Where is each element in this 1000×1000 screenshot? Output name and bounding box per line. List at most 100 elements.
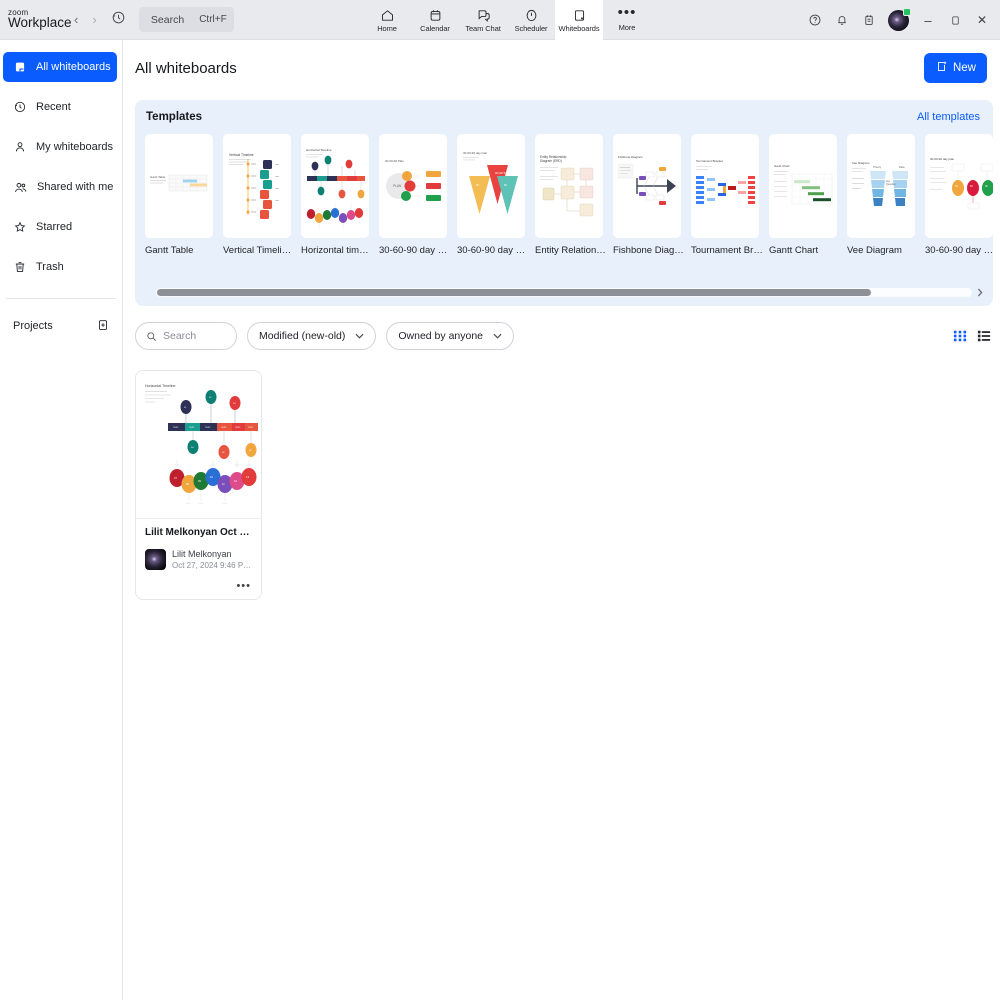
forward-button[interactable]: › [92, 12, 96, 27]
nav-arrows: ‹ › [74, 12, 97, 27]
notes-icon[interactable] [857, 6, 881, 34]
template-card[interactable]: Tournament Bracket Tournament Bra... [691, 134, 763, 264]
svg-text:TEXT: TEXT [198, 503, 204, 505]
board-icon [15, 62, 25, 72]
template-card[interactable]: Entity Relationship Diagram (ERD) Entity… [535, 134, 607, 264]
template-name: Vertical Timelines [223, 245, 295, 256]
sidebar-item-recent[interactable]: Recent [3, 92, 117, 122]
sidebar-label-starred: Starred [36, 221, 73, 233]
chevron-down-icon [355, 332, 364, 341]
maximize-button[interactable] [943, 6, 967, 34]
templates-scroll-track[interactable] [156, 288, 972, 297]
board-search-input[interactable]: Search [135, 322, 237, 350]
search-input[interactable]: Search Ctrl+F [138, 7, 234, 32]
whiteboard-icon [574, 9, 584, 21]
back-button[interactable]: ‹ [74, 12, 78, 27]
template-name: Entity Relations... [535, 245, 607, 256]
whiteboard-more-button[interactable]: ••• [136, 574, 261, 599]
sidebar-item-shared-with-me[interactable]: Shared with me [3, 172, 117, 202]
sort-dropdown[interactable]: Modified (new-old) [247, 322, 377, 350]
template-card[interactable]: Vertical Timeline Vertical Timelines [223, 134, 295, 264]
template-card[interactable]: 30-60-90 day plan 90 DAYS 30 60 30-60-90… [457, 134, 529, 264]
template-name: Gantt Chart [769, 245, 819, 256]
template-name: 30-60-90 day pl... [457, 245, 529, 256]
sidebar-label-projects: Projects [13, 320, 53, 332]
svg-text:30-60-90 Plan: 30-60-90 Plan [385, 159, 404, 163]
grid-view-icon[interactable] [952, 329, 967, 344]
ellipsis-icon: ••• [617, 4, 637, 21]
new-board-icon [935, 60, 948, 76]
sidebar-item-trash[interactable]: Trash [3, 252, 117, 282]
sidebar-item-all-whiteboards[interactable]: All whiteboards [3, 52, 117, 82]
svg-text:TEXT: TEXT [221, 427, 227, 429]
close-button[interactable]: ✕ [970, 6, 994, 34]
sidebar-label-recent: Recent [36, 101, 71, 113]
tab-team-chat-label: Team Chat [465, 23, 501, 33]
svg-text:Vertical Timeline: Vertical Timeline [229, 153, 254, 157]
template-card[interactable]: Gantt Chart Gantt Chart [769, 134, 837, 264]
chevron-right-icon[interactable] [976, 288, 984, 297]
template-card[interactable]: Fishbone Diagram Fishbone Diagra... [613, 134, 685, 264]
sidebar-section-projects[interactable]: Projects [0, 309, 122, 343]
svg-text:Horizontal Timeline: Horizontal Timeline [306, 148, 332, 152]
svg-text:TEXT: TEXT [205, 427, 211, 429]
person-icon [15, 142, 25, 152]
svg-text:Diagram (ERD): Diagram (ERD) [540, 159, 562, 163]
all-templates-link[interactable]: All templates [917, 111, 980, 123]
whiteboard-card[interactable]: Horizontal Timeline 01 02 03 TEXT TEXT T… [135, 370, 262, 600]
add-box-icon[interactable] [96, 318, 110, 335]
templates-scroll-thumb[interactable] [157, 289, 871, 296]
people-icon [15, 182, 27, 192]
help-icon[interactable] [803, 6, 827, 34]
board-search-placeholder: Search [163, 330, 197, 342]
template-card[interactable]: Gantt Table Gantt Table [145, 134, 213, 264]
tab-whiteboards[interactable]: Whiteboards [555, 0, 603, 40]
calendar-icon [430, 9, 440, 21]
minimize-button[interactable]: – [916, 6, 940, 34]
svg-text:Gantt Table: Gantt Table [150, 175, 166, 179]
tab-home[interactable]: Home [363, 0, 411, 40]
sort-dropdown-value: Modified (new-old) [259, 330, 346, 342]
star-icon [14, 221, 26, 232]
template-name: Fishbone Diagra... [613, 245, 685, 256]
tab-scheduler-label: Scheduler [514, 23, 548, 33]
template-card[interactable]: 30-60-90 Plan PLAN 30-60-90 day pl... [379, 134, 451, 264]
brand-workplace-text: Workplace [8, 15, 72, 31]
tab-more-label: More [618, 23, 636, 32]
svg-text:TEXT: TEXT [234, 465, 240, 467]
sidebar-divider [6, 298, 116, 299]
template-thumbnail: 30-60-90 Plan PLAN [379, 134, 447, 238]
avatar[interactable] [888, 7, 911, 31]
templates-panel: Templates All templates Gantt Table Gant… [135, 100, 993, 306]
templates-scrollbar[interactable]: chevron-left-icon [144, 287, 984, 298]
template-thumbnail: Gantt Table [145, 134, 213, 238]
bell-icon[interactable] [830, 6, 854, 34]
template-thumbnail: Vertical Timeline [223, 134, 291, 238]
tab-more[interactable]: ••• More [603, 0, 651, 40]
template-card[interactable]: Horizontal Timeline Horizontal timel... [301, 134, 373, 264]
sidebar-item-starred[interactable]: Starred [3, 212, 117, 242]
templates-strip[interactable]: Gantt Table Gantt Table Vertical Timelin… [135, 134, 993, 264]
tab-scheduler[interactable]: Scheduler [507, 0, 555, 40]
tab-calendar[interactable]: Calendar [411, 0, 459, 40]
template-card[interactable]: Vee Diagram Theory Data Key Question Vee… [847, 134, 915, 264]
new-whiteboard-button[interactable]: New [923, 53, 987, 83]
list-view-icon[interactable] [976, 329, 991, 344]
modified-info: Oct 27, 2024 9:46 PM, Modified b... [172, 561, 252, 570]
home-icon [381, 9, 393, 21]
svg-text:TEXT: TEXT [222, 503, 228, 505]
tab-team-chat[interactable]: Team Chat [459, 0, 507, 40]
tab-whiteboards-label: Whiteboards [558, 23, 600, 33]
svg-text:30-60-90 day plan: 30-60-90 day plan [463, 151, 488, 155]
template-thumbnail: Fishbone Diagram [613, 134, 681, 238]
template-name: Horizontal timel... [301, 245, 373, 256]
sidebar-item-my-whiteboards[interactable]: My whiteboards [3, 132, 117, 162]
history-icon[interactable] [111, 10, 126, 30]
whiteboard-grid: Horizontal Timeline 01 02 03 TEXT TEXT T… [123, 350, 1000, 600]
template-card[interactable]: 30-60-90 day plan 30 60 90 30-60-90 day … [925, 134, 993, 264]
sidebar-label-shared-with-me: Shared with me [37, 181, 114, 193]
owner-dropdown[interactable]: Owned by anyone [386, 322, 515, 350]
template-thumbnail: Tournament Bracket [691, 134, 759, 238]
search-shortcut: Ctrl+F [199, 14, 227, 25]
new-whiteboard-label: New [952, 62, 976, 74]
